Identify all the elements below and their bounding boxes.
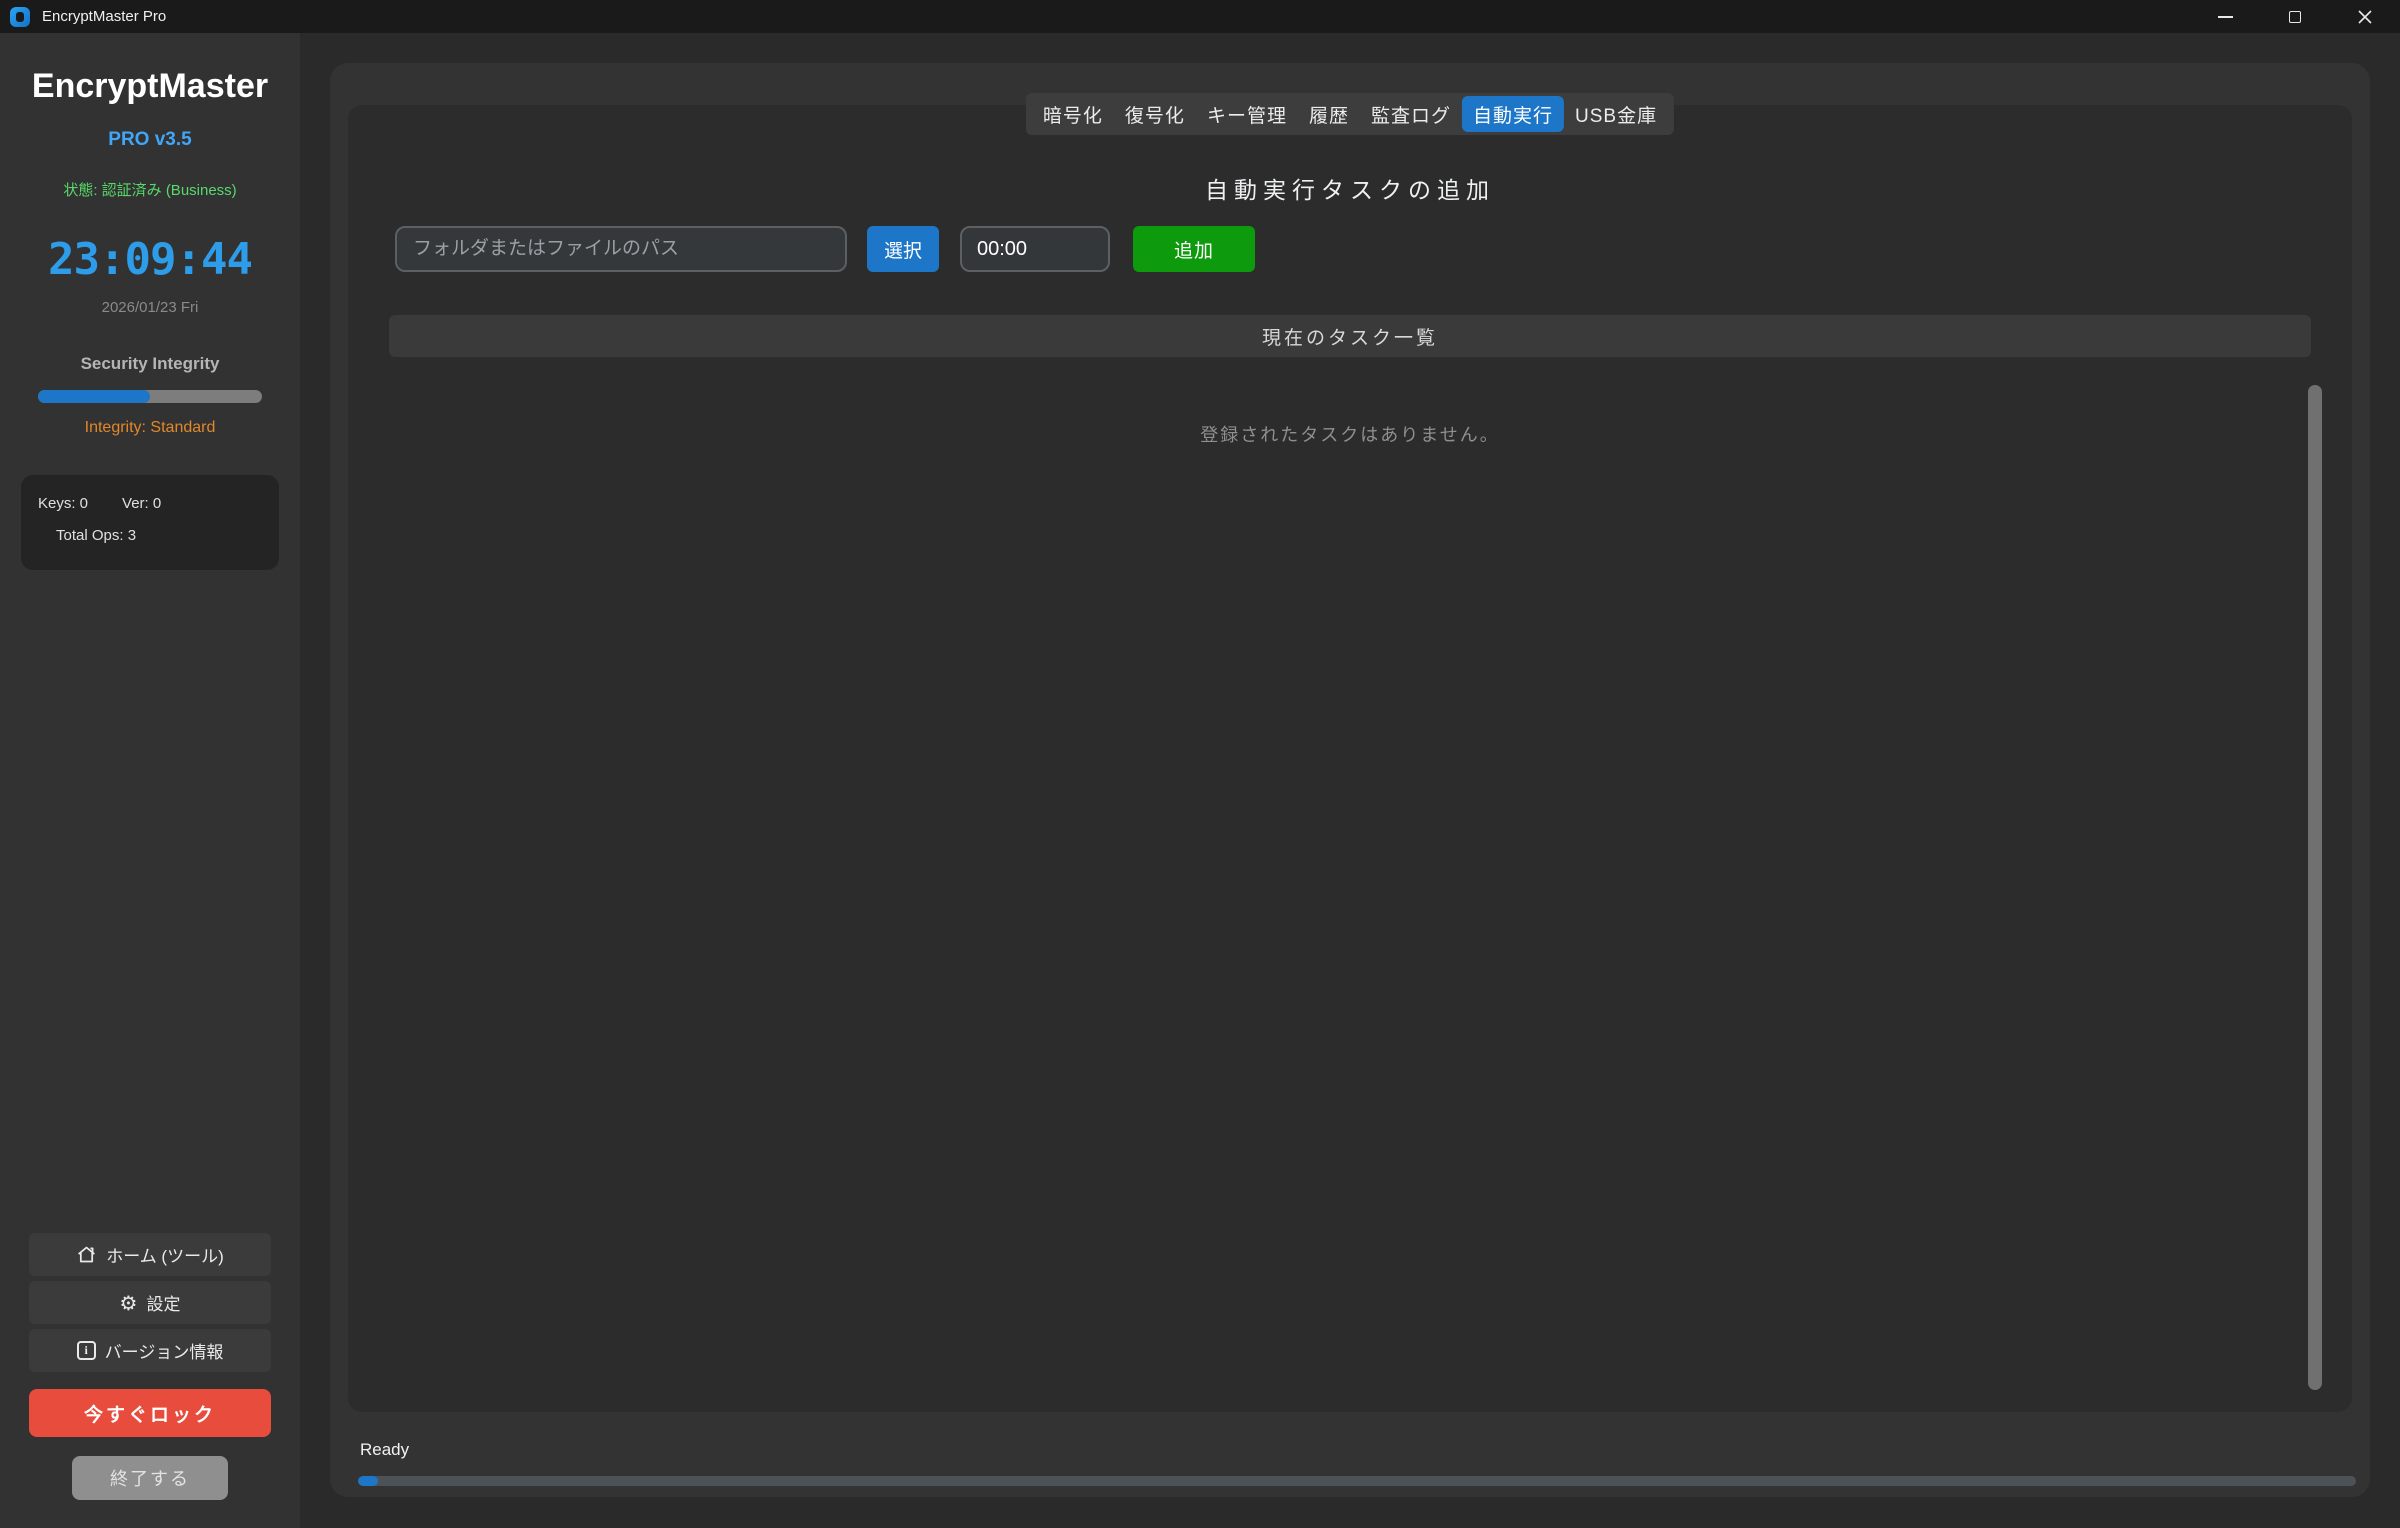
minimize-button[interactable] xyxy=(2190,0,2260,33)
date-label: 2026/01/23 Fri xyxy=(0,299,300,316)
tab-bar: 暗号化 復号化 キー管理 履歴 監査ログ 自動実行 USB金庫 xyxy=(1026,93,1674,135)
title-bar: EncryptMaster Pro xyxy=(0,0,2400,33)
vertical-scrollbar[interactable] xyxy=(2308,385,2322,1390)
integrity-progress xyxy=(38,390,262,403)
auth-status: 状態: 認証済み (Business) xyxy=(0,179,300,200)
version-label: PRO v3.5 xyxy=(0,129,300,151)
gear-icon: ⚙ xyxy=(120,1293,138,1313)
select-path-button[interactable]: 選択 xyxy=(867,226,939,272)
integrity-progress-fill xyxy=(38,390,150,403)
exit-button[interactable]: 終了する xyxy=(72,1456,228,1500)
integrity-title: Security Integrity xyxy=(0,354,300,374)
sidebar-item-label: 設定 xyxy=(146,1290,180,1315)
task-list-header: 現在のタスク一覧 xyxy=(389,315,2311,357)
lock-now-button[interactable]: 今すぐロック xyxy=(29,1389,271,1437)
add-task-form: 選択 追加 xyxy=(395,226,1255,272)
window-controls xyxy=(2190,0,2400,33)
app-logo-icon xyxy=(10,7,30,27)
stat-keys: Keys: 0 xyxy=(38,495,88,512)
close-button[interactable] xyxy=(2330,0,2400,33)
section-title: 自動実行タスクの追加 xyxy=(348,171,2352,205)
tab-key-management[interactable]: キー管理 xyxy=(1196,96,1298,132)
sidebar-item-about[interactable]: i バージョン情報 xyxy=(29,1329,271,1372)
add-task-button[interactable]: 追加 xyxy=(1133,226,1255,272)
stat-ver: Ver: 0 xyxy=(122,495,161,512)
info-icon: i xyxy=(77,1341,96,1360)
maximize-button[interactable] xyxy=(2260,0,2330,33)
integrity-level: Integrity: Standard xyxy=(0,419,300,437)
brand-title: EncryptMaster xyxy=(0,67,300,106)
sidebar-item-label: ホーム (ツール) xyxy=(106,1242,224,1267)
sidebar-item-label: バージョン情報 xyxy=(105,1338,224,1363)
stats-panel: Keys: 0 Ver: 0 Total Ops: 3 xyxy=(21,475,279,570)
status-text: Ready xyxy=(360,1440,409,1460)
status-progressbar xyxy=(358,1476,2356,1486)
close-icon xyxy=(2357,9,2373,25)
tab-decrypt[interactable]: 復号化 xyxy=(1114,96,1196,132)
status-progress-fill xyxy=(358,1476,378,1486)
maximize-icon xyxy=(2289,11,2301,23)
sidebar-item-settings[interactable]: ⚙ 設定 xyxy=(29,1281,271,1324)
sidebar-item-home[interactable]: ホーム (ツール) xyxy=(29,1233,271,1276)
sidebar-nav: ホーム (ツール) ⚙ 設定 i バージョン情報 xyxy=(29,1233,271,1377)
tab-history[interactable]: 履歴 xyxy=(1298,96,1360,132)
window-title: EncryptMaster Pro xyxy=(42,8,166,25)
sidebar: EncryptMaster PRO v3.5 状態: 認証済み (Busines… xyxy=(0,33,300,1528)
empty-task-message: 登録されたタスクはありません。 xyxy=(348,421,2352,447)
content-card: 暗号化 復号化 キー管理 履歴 監査ログ 自動実行 USB金庫 自動実行タスクの… xyxy=(330,63,2370,1497)
path-input[interactable] xyxy=(395,226,847,272)
clock: 23:09:44 xyxy=(0,234,300,285)
tab-auto-run[interactable]: 自動実行 xyxy=(1462,96,1564,132)
auto-run-panel: 自動実行タスクの追加 選択 追加 現在のタスク一覧 登録されたタスクはありません… xyxy=(348,105,2352,1412)
stat-total-ops: Total Ops: 3 xyxy=(56,527,136,544)
tab-audit-log[interactable]: 監査ログ xyxy=(1360,96,1462,132)
tab-usb-vault[interactable]: USB金庫 xyxy=(1564,96,1668,132)
minimize-icon xyxy=(2218,16,2233,18)
home-icon xyxy=(76,1244,97,1265)
time-input[interactable] xyxy=(960,226,1110,272)
main-area: 暗号化 復号化 キー管理 履歴 監査ログ 自動実行 USB金庫 自動実行タスクの… xyxy=(300,33,2400,1528)
tab-encrypt[interactable]: 暗号化 xyxy=(1032,96,1114,132)
